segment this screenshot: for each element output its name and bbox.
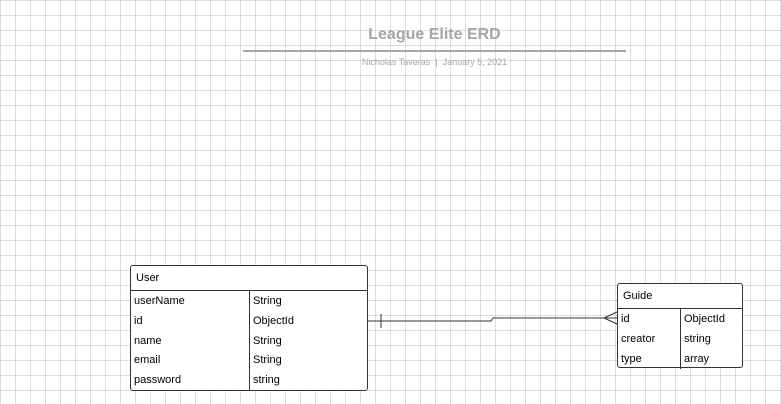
guide-field-name: creator <box>621 333 656 345</box>
guide-field-name: type <box>621 353 642 365</box>
user-field-type: String <box>253 334 282 347</box>
guide-field-name: id <box>621 313 630 325</box>
guide-entity-body: id ObjectId creator string type array <box>618 309 742 369</box>
user-field-name: email <box>134 354 161 367</box>
guide-entity-header: Guide <box>618 284 742 309</box>
guide-field-type: array <box>684 353 710 365</box>
user-entity-header: User <box>131 266 367 291</box>
user-entity-body: userName String id ObjectId name String … <box>131 291 367 391</box>
user-field-type: String <box>253 354 282 367</box>
guide-column-divider <box>680 309 681 369</box>
user-field-type: String <box>253 295 282 307</box>
user-field-type: ObjectId <box>253 314 294 327</box>
guide-entity[interactable]: Guide id ObjectId creator string type ar… <box>617 283 743 369</box>
user-field-name: id <box>134 314 143 327</box>
user-field-name: password <box>134 374 182 387</box>
user-column-divider <box>249 291 250 391</box>
user-field-name: userName <box>134 295 185 307</box>
user-entity[interactable]: User userName String id ObjectId name St… <box>130 265 368 391</box>
user-field-name: name <box>134 334 162 347</box>
user-field-type: string <box>253 374 280 387</box>
guide-field-type: string <box>684 333 711 345</box>
guide-field-type: ObjectId <box>684 313 725 325</box>
connector-line <box>368 317 617 322</box>
